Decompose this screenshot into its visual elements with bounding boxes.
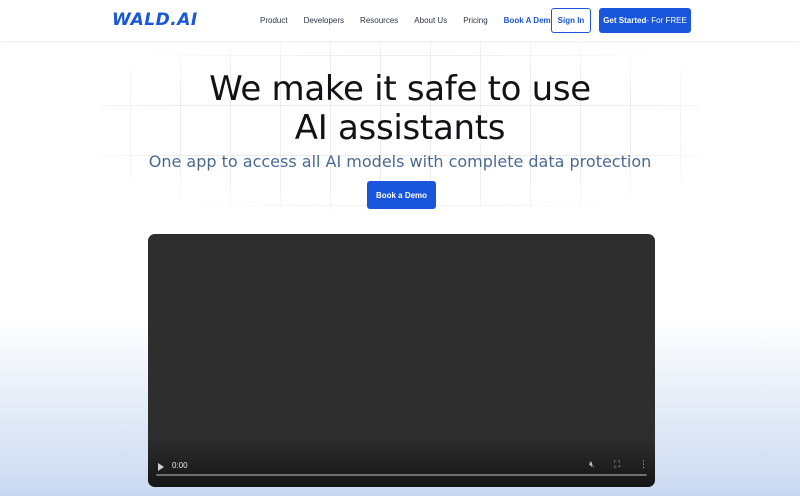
book-demo-button[interactable]: Book a Demo: [367, 181, 436, 209]
nav-pricing[interactable]: Pricing: [463, 16, 487, 25]
nav-book-a-demo[interactable]: Book A Demo: [504, 16, 556, 25]
video-time: 0:00: [172, 461, 188, 470]
main-nav: Product Developers Resources About Us Pr…: [260, 0, 572, 41]
nav-about-us[interactable]: About Us: [414, 16, 447, 25]
hero-subtitle: One app to access all AI models with com…: [148, 152, 652, 171]
get-started-label: Get Started: [603, 16, 647, 25]
video-controls: 0:00 🔇︎ ⛶ ⋮: [148, 437, 655, 487]
hero-section: We make it safe to use AI assistants One…: [0, 70, 800, 172]
wald-ai-logo[interactable]: WALD.AI: [112, 10, 198, 30]
nav-product[interactable]: Product: [260, 16, 288, 25]
sign-in-button[interactable]: Sign In: [551, 8, 591, 33]
hero-title: We make it safe to use AI assistants: [0, 70, 800, 148]
hero-title-line1: We make it safe to use: [209, 69, 591, 109]
get-started-suffix: - For FREE: [646, 16, 687, 25]
get-started-button[interactable]: Get Started - For FREE: [599, 8, 691, 33]
video-progress-bar[interactable]: [156, 474, 647, 476]
mute-icon[interactable]: 🔇︎: [589, 460, 595, 470]
more-options-icon[interactable]: ⋮: [639, 460, 648, 470]
video-player[interactable]: 0:00 🔇︎ ⛶ ⋮: [148, 234, 655, 487]
nav-resources[interactable]: Resources: [360, 16, 398, 25]
play-icon[interactable]: [158, 463, 164, 471]
nav-developers[interactable]: Developers: [304, 16, 344, 25]
fullscreen-icon[interactable]: ⛶: [614, 460, 620, 470]
site-header: WALD.AI Product Developers Resources Abo…: [0, 0, 800, 41]
hero-title-line2: AI assistants: [294, 108, 506, 148]
